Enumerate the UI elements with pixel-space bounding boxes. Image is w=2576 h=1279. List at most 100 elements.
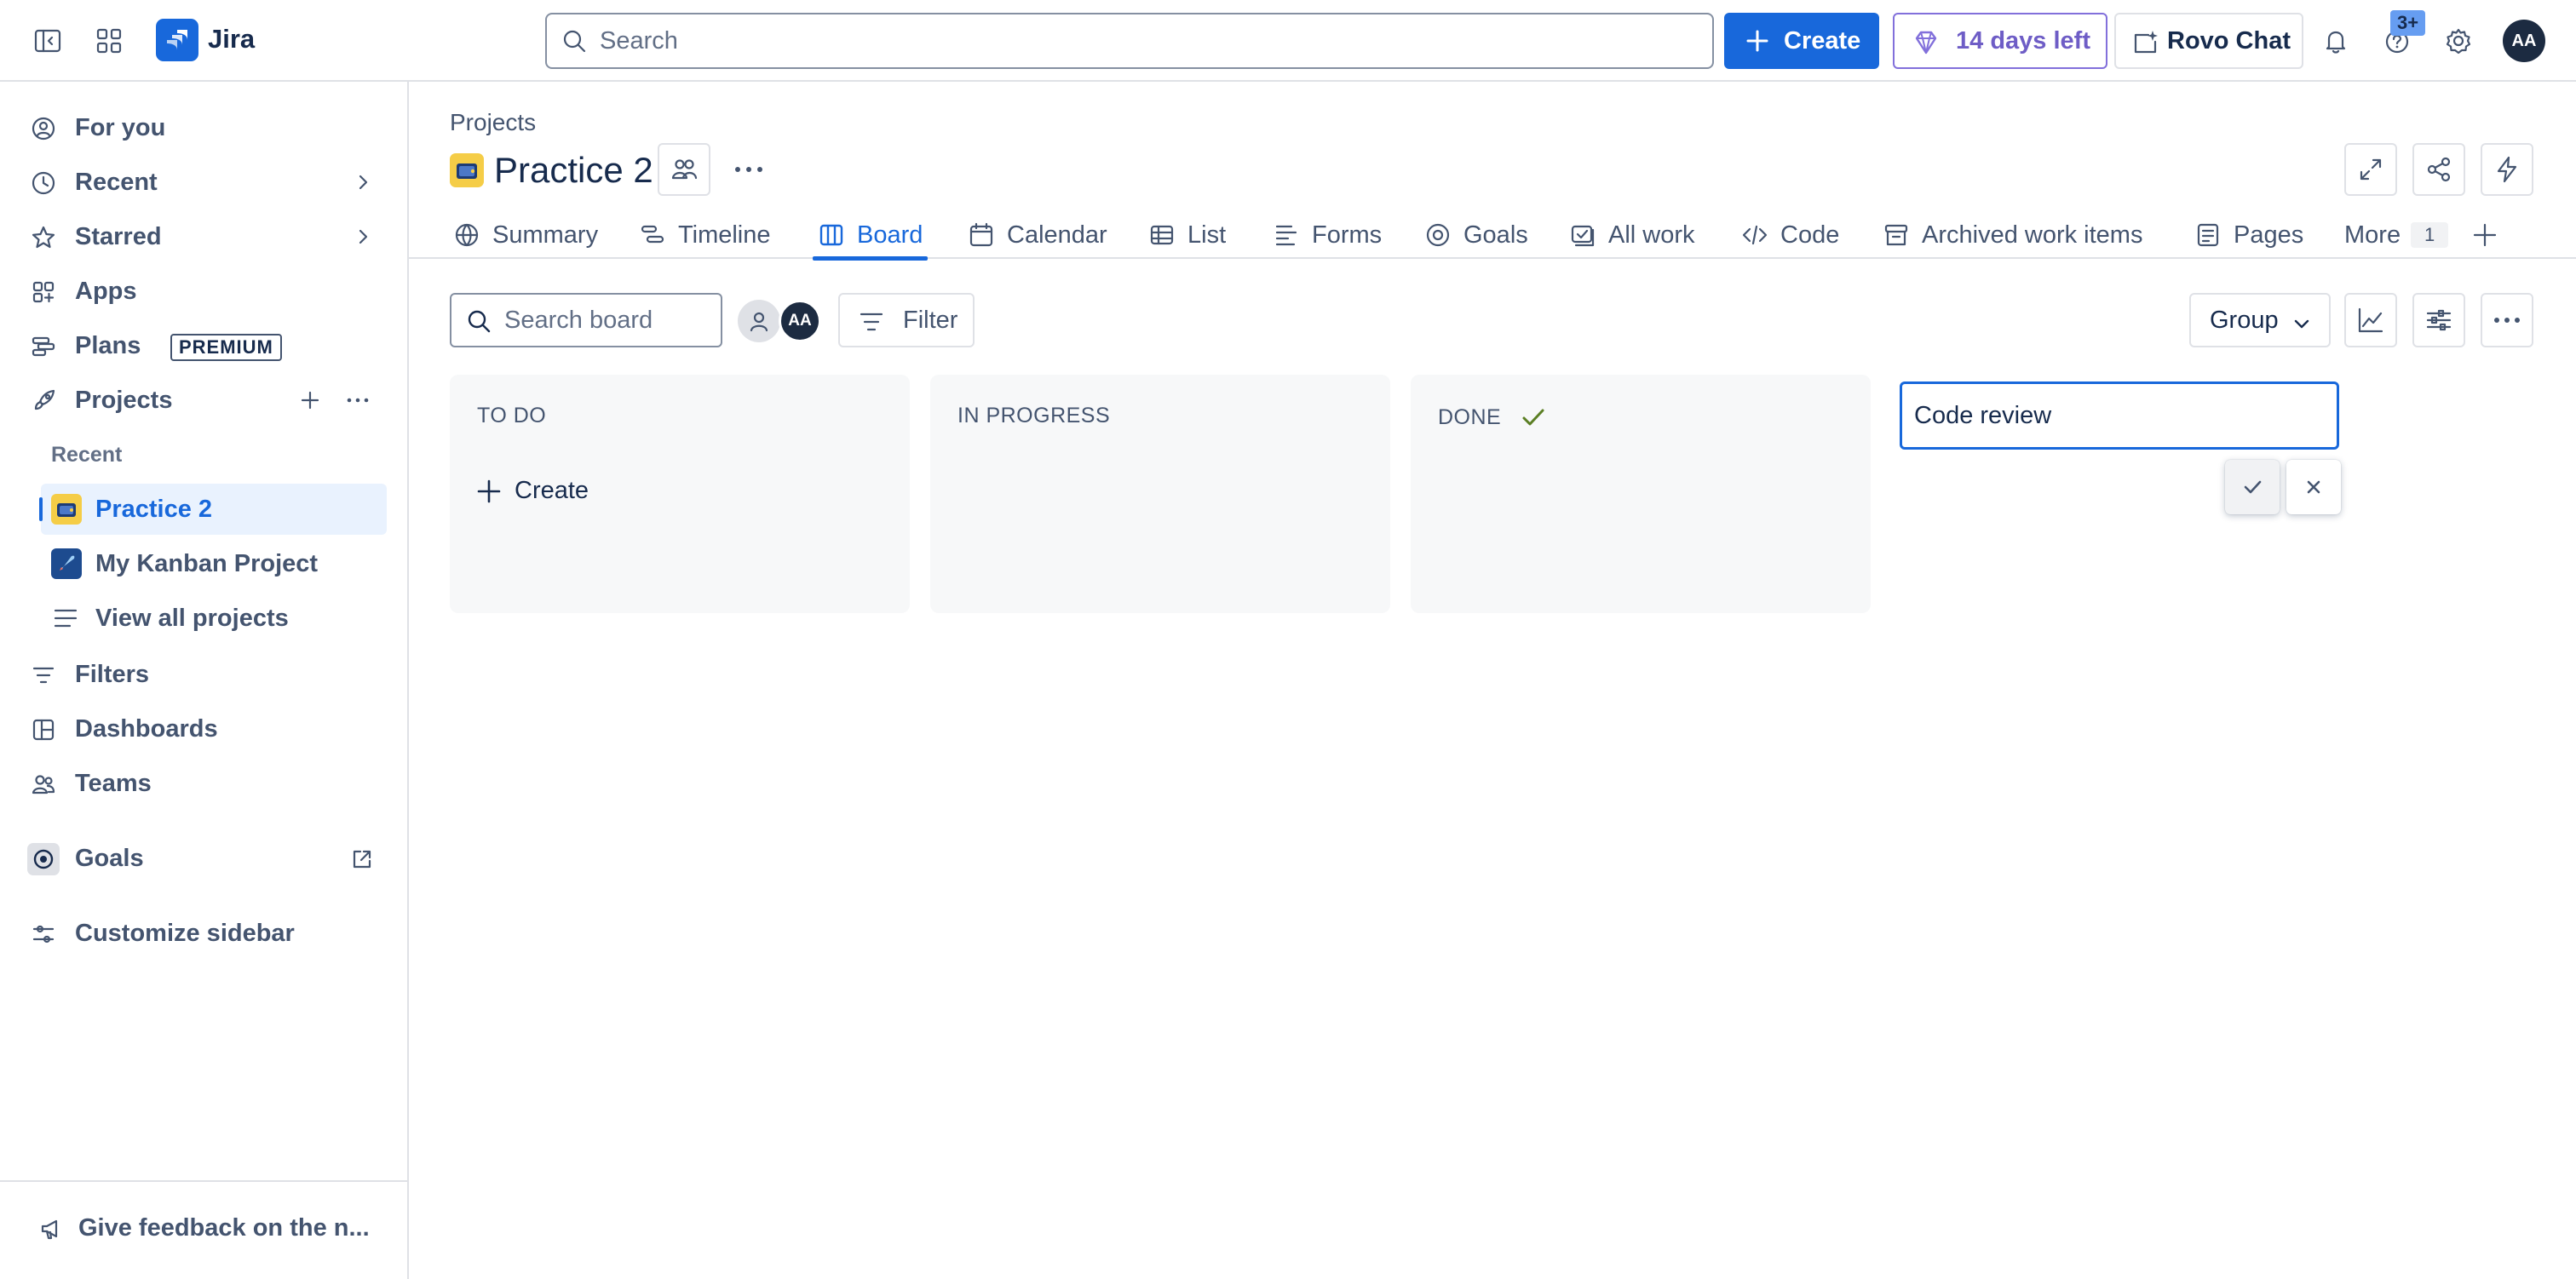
tab-calendar[interactable]: Calendar (968, 213, 1107, 257)
search-placeholder: Search (600, 26, 678, 54)
rovo-chat-button[interactable]: Rovo Chat (2114, 13, 2303, 69)
unassigned-avatar-icon[interactable] (738, 300, 780, 342)
external-link-icon[interactable] (351, 848, 373, 870)
tab-all-work[interactable]: All work (1569, 213, 1695, 257)
sidebar-item-label: Teams (75, 769, 152, 797)
confirm-column-button[interactable] (2225, 460, 2280, 514)
notifications-bell-icon[interactable] (2312, 17, 2360, 65)
calendar-icon (969, 222, 993, 247)
board-search-placeholder: Search board (504, 306, 653, 334)
sidebar-view-all-projects[interactable]: View all projects (41, 593, 387, 644)
people-icon (31, 771, 56, 797)
more-actions-icon[interactable] (344, 388, 371, 412)
team-people-button[interactable] (658, 143, 710, 196)
globe-icon (455, 223, 479, 247)
chevron-right-icon[interactable] (353, 227, 373, 247)
fullscreen-expand-icon[interactable] (2344, 143, 2397, 196)
project-rocket-avatar-icon (51, 548, 82, 579)
tab-label: More (2344, 221, 2401, 249)
filter-icon (859, 310, 884, 334)
board-column-in-progress: IN PROGRESS (930, 375, 1390, 613)
group-label: Group (2210, 306, 2279, 334)
clock-icon (31, 170, 56, 196)
sidebar-item-projects[interactable]: Projects (20, 376, 387, 424)
help-notification-badge: 3+ (2390, 10, 2426, 36)
sidebar-item-plans[interactable]: Plans PREMIUM (20, 322, 387, 370)
sidebar-item-label: Customize sidebar (75, 919, 295, 947)
tab-label: Board (857, 221, 923, 249)
sidebar-item-starred[interactable]: Starred (20, 213, 387, 261)
view-settings-icon[interactable] (2412, 293, 2465, 347)
tab-board[interactable]: Board (812, 213, 929, 261)
sidebar-item-for-you[interactable]: For you (20, 104, 387, 152)
tab-label: Goals (1463, 221, 1528, 249)
sidebar-item-label: Projects (75, 386, 173, 414)
tab-list[interactable]: List (1148, 213, 1226, 257)
project-more-actions-icon[interactable] (727, 157, 770, 182)
automation-lightning-icon[interactable] (2481, 143, 2533, 196)
breadcrumb[interactable]: Projects (450, 109, 536, 136)
group-dropdown[interactable]: Group (2189, 293, 2331, 347)
sidebar-item-label: Dashboards (75, 714, 218, 743)
tab-forms[interactable]: Forms (1273, 213, 1382, 257)
tab-timeline[interactable]: Timeline (639, 213, 771, 257)
new-column-name-input[interactable] (1900, 381, 2339, 450)
trial-days-left-button[interactable]: 14 days left (1893, 13, 2107, 69)
timeline-icon (641, 225, 664, 244)
sidebar-project-label: Practice 2 (95, 495, 213, 523)
sidebar-item-label: Apps (75, 277, 137, 305)
megaphone-icon (39, 1216, 65, 1242)
app-name[interactable]: Jira (208, 24, 255, 54)
board-more-actions-icon[interactable] (2481, 293, 2533, 347)
tab-goals[interactable]: Goals (1424, 213, 1528, 257)
board-user-avatar[interactable]: AA (779, 300, 821, 342)
cancel-column-button[interactable] (2286, 460, 2341, 514)
column-create-button[interactable]: Create (475, 477, 589, 505)
plans-icon (31, 334, 56, 359)
column-title: TO DO (477, 404, 546, 428)
tab-summary[interactable]: Summary (453, 213, 598, 257)
tab-code[interactable]: Code (1741, 213, 1839, 257)
filter-button[interactable]: Filter (838, 293, 975, 347)
board-search-input[interactable]: Search board (450, 293, 722, 347)
sidebar-item-apps[interactable]: Apps (20, 267, 387, 315)
user-avatar[interactable]: AA (2503, 20, 2545, 62)
create-button[interactable]: Create (1724, 13, 1879, 69)
sidebar-item-recent[interactable]: Recent (20, 158, 387, 206)
share-icon[interactable] (2412, 143, 2465, 196)
user-circle-icon (31, 116, 56, 141)
tab-label: Archived work items (1922, 221, 2143, 249)
sidebar-project-my-kanban[interactable]: My Kanban Project (41, 538, 387, 589)
sidebar-project-practice-2[interactable]: Practice 2 (39, 484, 387, 535)
tab-pages[interactable]: Pages (2194, 213, 2303, 257)
global-search-input[interactable]: Search (545, 13, 1714, 69)
chevron-right-icon[interactable] (353, 172, 373, 192)
tab-more[interactable]: More 1 (2344, 213, 2449, 257)
settings-gear-icon[interactable] (2435, 17, 2482, 65)
jira-logo-icon[interactable] (156, 19, 198, 61)
sidebar-project-label: My Kanban Project (95, 549, 319, 577)
sidebar-item-label: Plans (75, 331, 141, 359)
board-columns-icon (819, 224, 843, 246)
sidebar-toggle-icon[interactable] (24, 17, 72, 65)
dashboard-icon (31, 717, 56, 743)
give-feedback-button[interactable]: Give feedback on the n... (20, 1204, 387, 1252)
app-switcher-icon[interactable] (85, 17, 133, 65)
sidebar-item-customize[interactable]: Customize sidebar (20, 909, 387, 957)
sidebar-item-label: Filters (75, 660, 150, 688)
insights-chart-icon[interactable] (2344, 293, 2397, 347)
code-icon (1742, 225, 1768, 245)
filter-icon (31, 662, 56, 688)
list-icon (53, 606, 78, 630)
add-project-plus-icon[interactable] (298, 388, 322, 412)
tab-archived-work-items[interactable]: Archived work items (1883, 213, 2142, 257)
sidebar-item-goals[interactable]: Goals (20, 835, 387, 882)
search-icon (465, 307, 494, 336)
sidebar-item-filters[interactable]: Filters (20, 651, 387, 698)
sidebar-item-teams[interactable]: Teams (20, 760, 387, 807)
project-avatar-icon (450, 153, 484, 187)
page-icon (2197, 223, 2219, 247)
add-tab-plus-icon[interactable] (2470, 213, 2499, 257)
sidebar-item-dashboards[interactable]: Dashboards (20, 705, 387, 753)
sidebar-item-label: For you (75, 113, 166, 141)
